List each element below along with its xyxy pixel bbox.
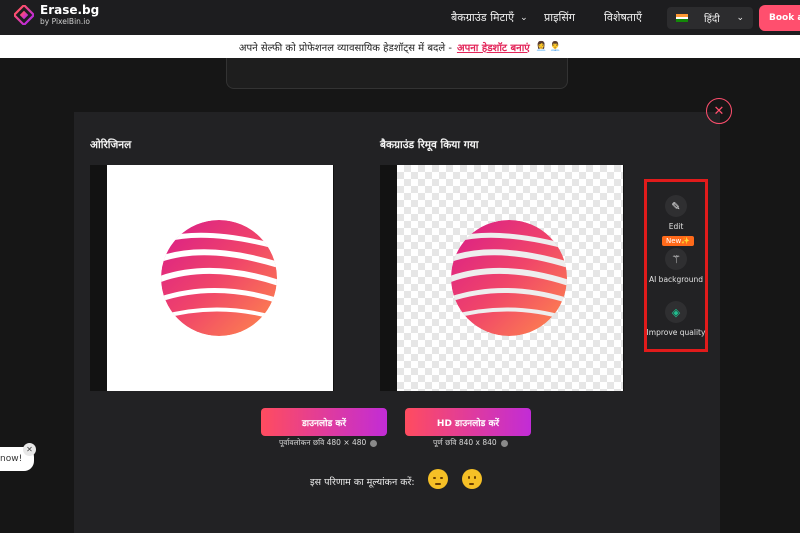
erase-bg-logo[interactable]: Erase.bg by PixelBin.io [14, 4, 99, 26]
info-icon[interactable] [500, 439, 508, 447]
logo-icon [14, 4, 34, 25]
nav-features[interactable]: विशेषताएँ [604, 0, 642, 35]
chevron-down-icon: ⌄ [736, 13, 744, 23]
download-caption: पूर्वावलोकन छवि 480 × 480 [279, 438, 378, 448]
nav-remove-label: बैकग्राउंड मिटाएँ [451, 11, 515, 24]
pencil-icon: ✎ [665, 195, 687, 217]
original-image [107, 165, 333, 391]
ai-background-label: AI background [648, 275, 704, 284]
sad-face-icon[interactable] [428, 469, 448, 489]
banner-emoji: 👩‍💼 👨‍💼 [535, 41, 562, 52]
download-caption-text: पूर्वावलोकन छवि 480 × 480 [279, 438, 367, 447]
tools-panel: ✎ Edit New✨ ⚚ AI background ◈ Improve qu… [644, 179, 708, 352]
enhance-icon: ◈ [665, 301, 687, 323]
top-header: Erase.bg by PixelBin.io बैकग्राउंड मिटाए… [0, 0, 800, 35]
hd-download-button[interactable]: HD डाउनलोड करें [405, 408, 531, 436]
result-modal: ओरिजिनल बैकग्राउंड रिमूव किया गया ✎ Edit… [74, 112, 720, 533]
magic-wand-icon: ⚚ [665, 248, 687, 270]
chevron-down-icon: ⌄ [520, 12, 528, 23]
download-button[interactable]: डाउनलोड करें [261, 408, 387, 436]
edit-label: Edit [668, 222, 684, 231]
improve-quality-label: Improve quality [646, 328, 706, 337]
close-icon[interactable]: ✕ [706, 98, 732, 124]
promo-banner: अपने सेल्फी को प्रोफेशनल व्यावसायिक हेडश… [0, 35, 800, 58]
globe-image [161, 220, 277, 336]
ai-background-tool[interactable]: New✨ ⚚ AI background [647, 236, 705, 284]
nav-remove-background[interactable]: बैकग्राउंड मिटाएँ ⌄ [451, 0, 528, 35]
result-image-frame [380, 165, 624, 391]
language-selector[interactable]: हिंदी ⌄ [667, 7, 753, 29]
background-upload-card [226, 58, 568, 89]
logo-subtitle: by PixelBin.io [40, 17, 90, 26]
banner-headshot-link[interactable]: अपना हेडशॉट बनाएं [457, 40, 530, 54]
neutral-face-icon[interactable] [462, 469, 482, 489]
result-title: बैकग्राउंड रिमूव किया गया [380, 139, 479, 151]
edit-tool[interactable]: ✎ Edit [647, 195, 705, 231]
improve-quality-tool[interactable]: ◈ Improve quality [647, 301, 705, 337]
banner-text: अपने सेल्फी को प्रोफेशनल व्यावसायिक हेडश… [238, 42, 452, 54]
india-flag-icon [676, 14, 688, 23]
hd-caption-text: पूर्ण छवि 840 x 840 [433, 438, 497, 447]
globe-image [451, 220, 567, 336]
new-badge: New✨ [662, 236, 694, 246]
original-title: ओरिजिनल [90, 139, 132, 151]
original-image-frame [90, 165, 334, 391]
chat-text: now! [0, 454, 23, 464]
result-image [397, 165, 623, 391]
nav-pricing[interactable]: प्राइसिंग [544, 0, 575, 35]
info-icon[interactable] [370, 439, 378, 447]
book-demo-button[interactable]: Book a D [759, 5, 800, 31]
hd-download-caption: पूर्ण छवि 840 x 840 [433, 438, 508, 448]
rate-result-text: इस परिणाम का मूल्यांकन करें: [310, 477, 415, 488]
language-label: हिंदी [704, 14, 720, 25]
chat-close-icon[interactable]: ✕ [23, 443, 36, 456]
logo-name: Erase.bg [40, 3, 100, 17]
